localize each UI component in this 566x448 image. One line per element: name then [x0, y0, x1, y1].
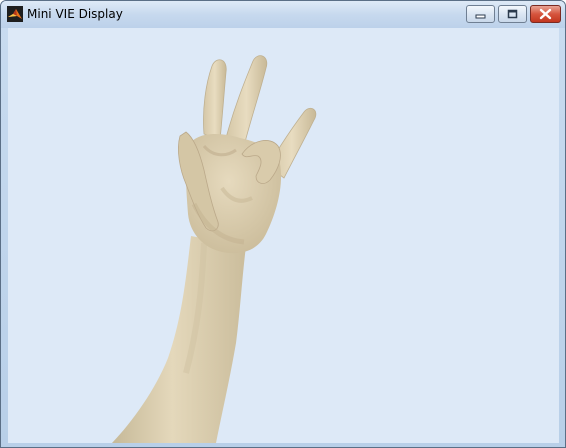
- index-finger: [203, 59, 227, 141]
- close-icon: [539, 8, 552, 20]
- close-button[interactable]: [530, 5, 561, 23]
- window-title: Mini VIE Display: [27, 7, 123, 21]
- forearm: [112, 236, 246, 443]
- maximize-icon: [507, 9, 518, 19]
- minimize-icon: [475, 14, 486, 19]
- hand-model-render: [112, 55, 317, 443]
- display-area[interactable]: [8, 28, 559, 443]
- figure-window: Mini VIE Display: [0, 0, 566, 448]
- maximize-button[interactable]: [498, 5, 527, 23]
- minimize-button[interactable]: [466, 5, 495, 23]
- matlab-logo-icon: [7, 6, 23, 22]
- title-bar[interactable]: Mini VIE Display: [1, 1, 565, 28]
- middle-finger: [225, 55, 268, 147]
